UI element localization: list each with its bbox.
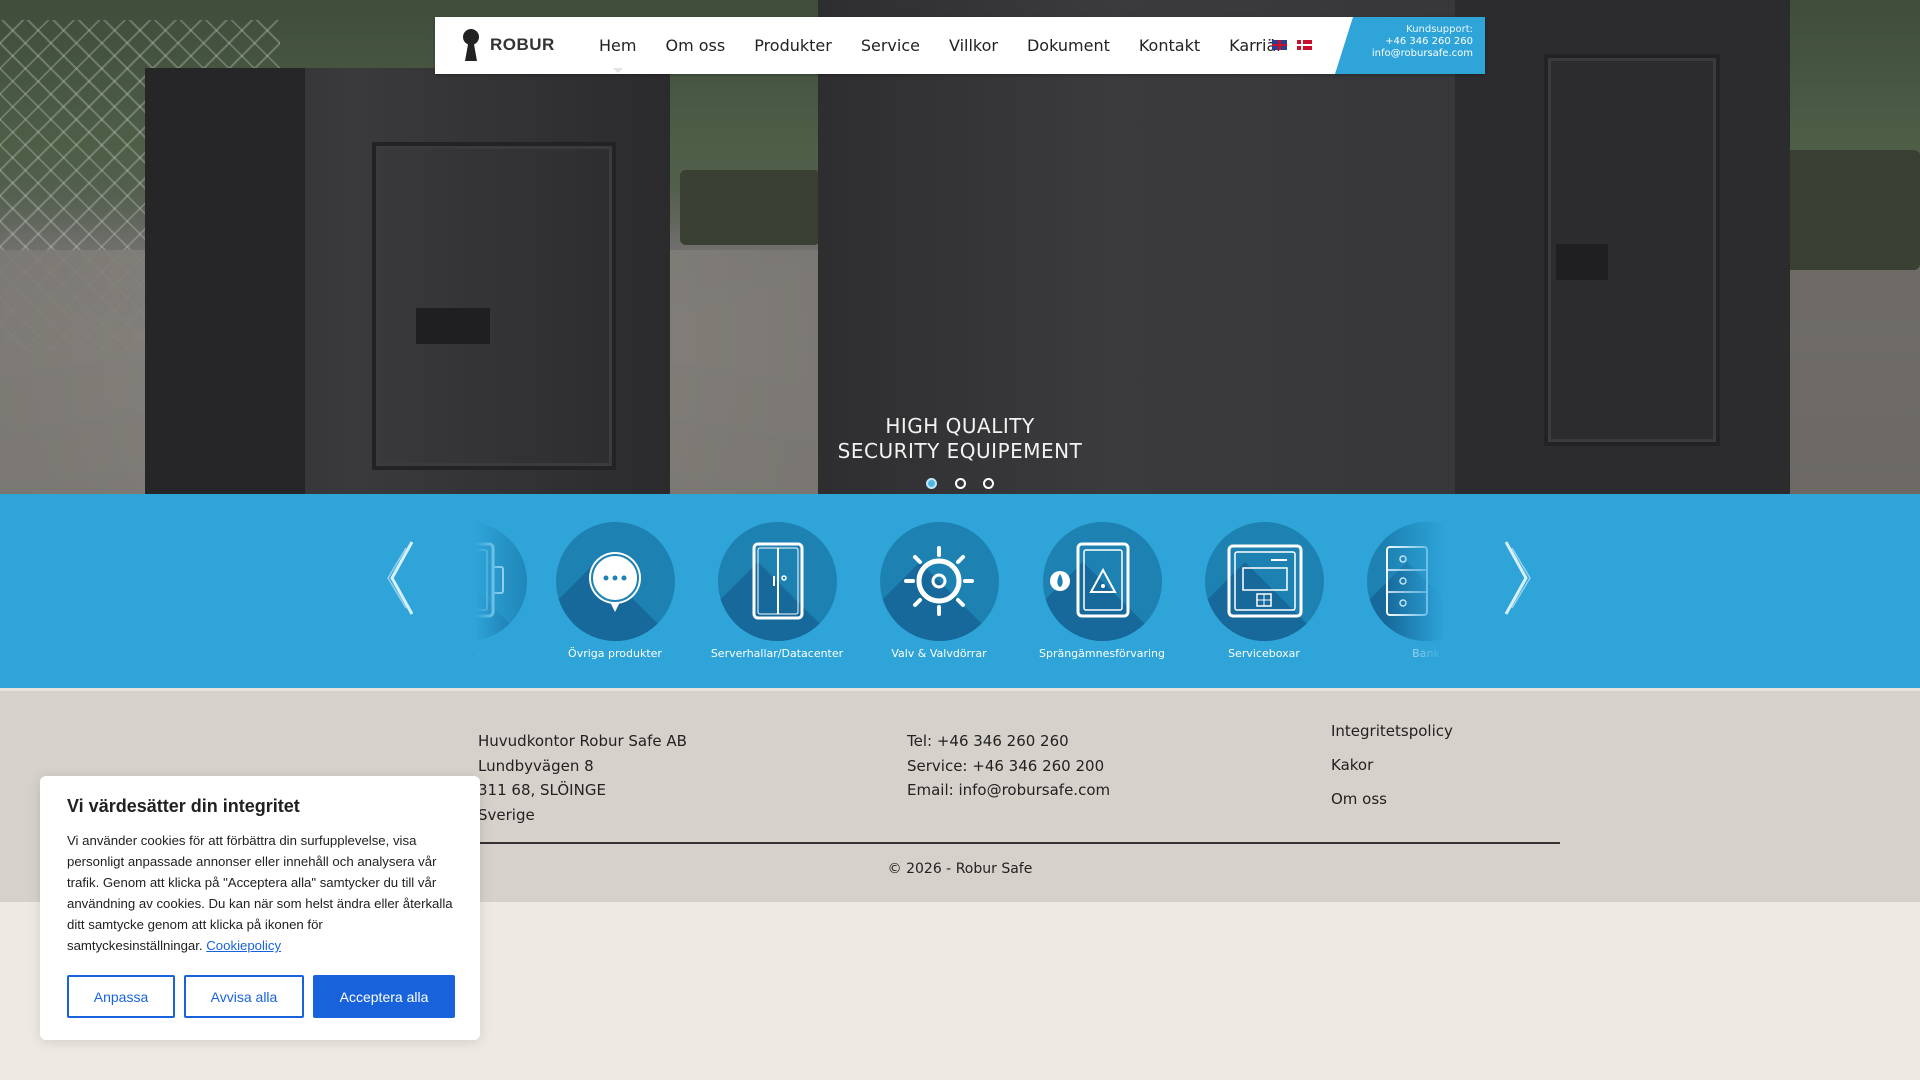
footer-email-link[interactable]: info@robursafe.com: [958, 781, 1110, 799]
cookie-text-block: Vi använder cookies för att förbättra di…: [67, 830, 453, 956]
logo-text: ROBUR: [490, 35, 555, 54]
main-menu: Hem Om oss Produkter Service Villkor Dok…: [599, 17, 1312, 74]
nav-item-hem[interactable]: Hem: [599, 36, 636, 73]
footer-address-line: Sverige: [478, 805, 535, 824]
cookie-title: Vi värdesätter din integritet: [67, 796, 300, 816]
carousel-item-label: Serviceboxar: [1228, 647, 1300, 660]
carousel-item-valv[interactable]: Valv & Valvdörrar: [859, 522, 1019, 660]
explosives-safe-icon: [1049, 542, 1129, 618]
support-title: Kundsupport:: [1406, 24, 1473, 35]
robur-logo[interactable]: ROBUR: [460, 28, 555, 62]
footer-email-row: Email: info@robursafe.com: [907, 778, 1110, 803]
footer-contact: Tel: +46 346 260 260 Service: +46 346 26…: [907, 729, 1110, 803]
footer-link-om-oss[interactable]: Om oss: [1331, 782, 1453, 816]
slider-dot-2[interactable]: [954, 478, 966, 489]
hero-caption-line2: SECURITY EQUIPEMENT: [837, 439, 1083, 463]
slider-dot-1[interactable]: [926, 478, 938, 489]
hero-caption: HIGH QUALITY SECURITY EQUIPEMENT: [0, 414, 1920, 464]
footer-service-phone: Service: +46 346 260 200: [907, 756, 1105, 775]
carousel-item-sprangamnesforvaring[interactable]: Sprängämnesförvaring: [1022, 522, 1182, 660]
cookie-customize-button[interactable]: Anpassa: [67, 975, 175, 1018]
support-phone[interactable]: +46 346 260 260: [1335, 36, 1473, 48]
slider-dots: [0, 474, 1920, 493]
footer-address: Huvudkontor Robur Safe AB Lundbyvägen 8 …: [478, 729, 687, 827]
keyhole-logo-icon: [460, 29, 482, 61]
footer-address-line: 311 68, SLÖINGE: [478, 781, 606, 799]
footer-address-line: Huvudkontor Robur Safe AB: [478, 732, 687, 750]
carousel-item-serviceboxar[interactable]: Serviceboxar: [1184, 522, 1344, 660]
cookie-buttons: Anpassa Avvisa alla Acceptera alla: [67, 975, 455, 1018]
english-flag-icon[interactable]: [1272, 40, 1287, 50]
nav-item-om-oss[interactable]: Om oss: [665, 36, 725, 55]
speech-bubble-icon: [588, 552, 641, 612]
nav-item-villkor[interactable]: Villkor: [949, 36, 998, 55]
nav-item-service[interactable]: Service: [861, 36, 920, 55]
footer-link-kakor[interactable]: Kakor: [1331, 748, 1453, 782]
carousel-item-label: Sprängämnesförvaring: [1038, 647, 1166, 660]
product-category-carousel: skåp Övriga produkter: [0, 494, 1920, 688]
hero-slider: HIGH QUALITY SECURITY EQUIPEMENT: [0, 0, 1920, 494]
carousel-item-label: Övriga produkter: [568, 647, 662, 660]
footer-divider: [478, 842, 1560, 844]
cookie-accept-button[interactable]: Acceptera alla: [313, 975, 455, 1018]
service-box-icon: [1227, 544, 1302, 618]
nav-item-produkter[interactable]: Produkter: [754, 36, 832, 55]
cookie-policy-link[interactable]: Cookiepolicy: [206, 938, 281, 953]
carousel-next-arrow-icon[interactable]: [1496, 538, 1536, 618]
nav-item-kontakt[interactable]: Kontakt: [1139, 36, 1200, 55]
carousel-item-label: Serverhallar/Datacenter: [710, 647, 844, 660]
footer-address-line: Lundbyvägen 8: [478, 756, 594, 775]
main-navbar: ROBUR Hem Om oss Produkter Service Villk…: [435, 17, 1485, 74]
footer-links: Integritetspolicy Kakor Om oss: [1331, 714, 1453, 816]
hero-vehicle-right: [1780, 150, 1920, 270]
footer-email-label: Email:: [907, 781, 954, 799]
customer-support-box: Kundsupport: +46 346 260 260 info@roburs…: [1335, 17, 1485, 74]
footer-link-integritetspolicy[interactable]: Integritetspolicy: [1331, 714, 1453, 748]
carousel-item-ovriga-produkter[interactable]: Övriga produkter: [535, 522, 695, 660]
hero-vehicle-left: [680, 170, 820, 245]
cookie-text: Vi använder cookies för att förbättra di…: [67, 833, 453, 953]
nav-item-dokument[interactable]: Dokument: [1027, 36, 1110, 55]
vault-wheel-icon: [903, 546, 974, 616]
slider-dot-3[interactable]: [982, 478, 994, 489]
cookie-reject-button[interactable]: Avvisa alla: [184, 975, 304, 1018]
server-cabinet-icon: [752, 542, 803, 620]
language-switcher: [1272, 40, 1312, 50]
cookie-consent-dialog: Vi värdesätter din integritet Vi använde…: [40, 776, 480, 1040]
footer-tel: Tel: +46 346 260 260: [907, 732, 1069, 750]
carousel-prev-arrow-icon[interactable]: [382, 538, 422, 618]
support-email[interactable]: info@robursafe.com: [1335, 48, 1473, 60]
carousel-item-serverhallar[interactable]: Serverhallar/Datacenter: [697, 522, 857, 660]
hero-caption-line1: HIGH QUALITY: [885, 414, 1035, 438]
carousel-item-label: Valv & Valvdörrar: [891, 647, 987, 660]
danish-flag-icon[interactable]: [1297, 40, 1312, 50]
carousel-viewport: skåp Övriga produkter: [475, 494, 1445, 688]
